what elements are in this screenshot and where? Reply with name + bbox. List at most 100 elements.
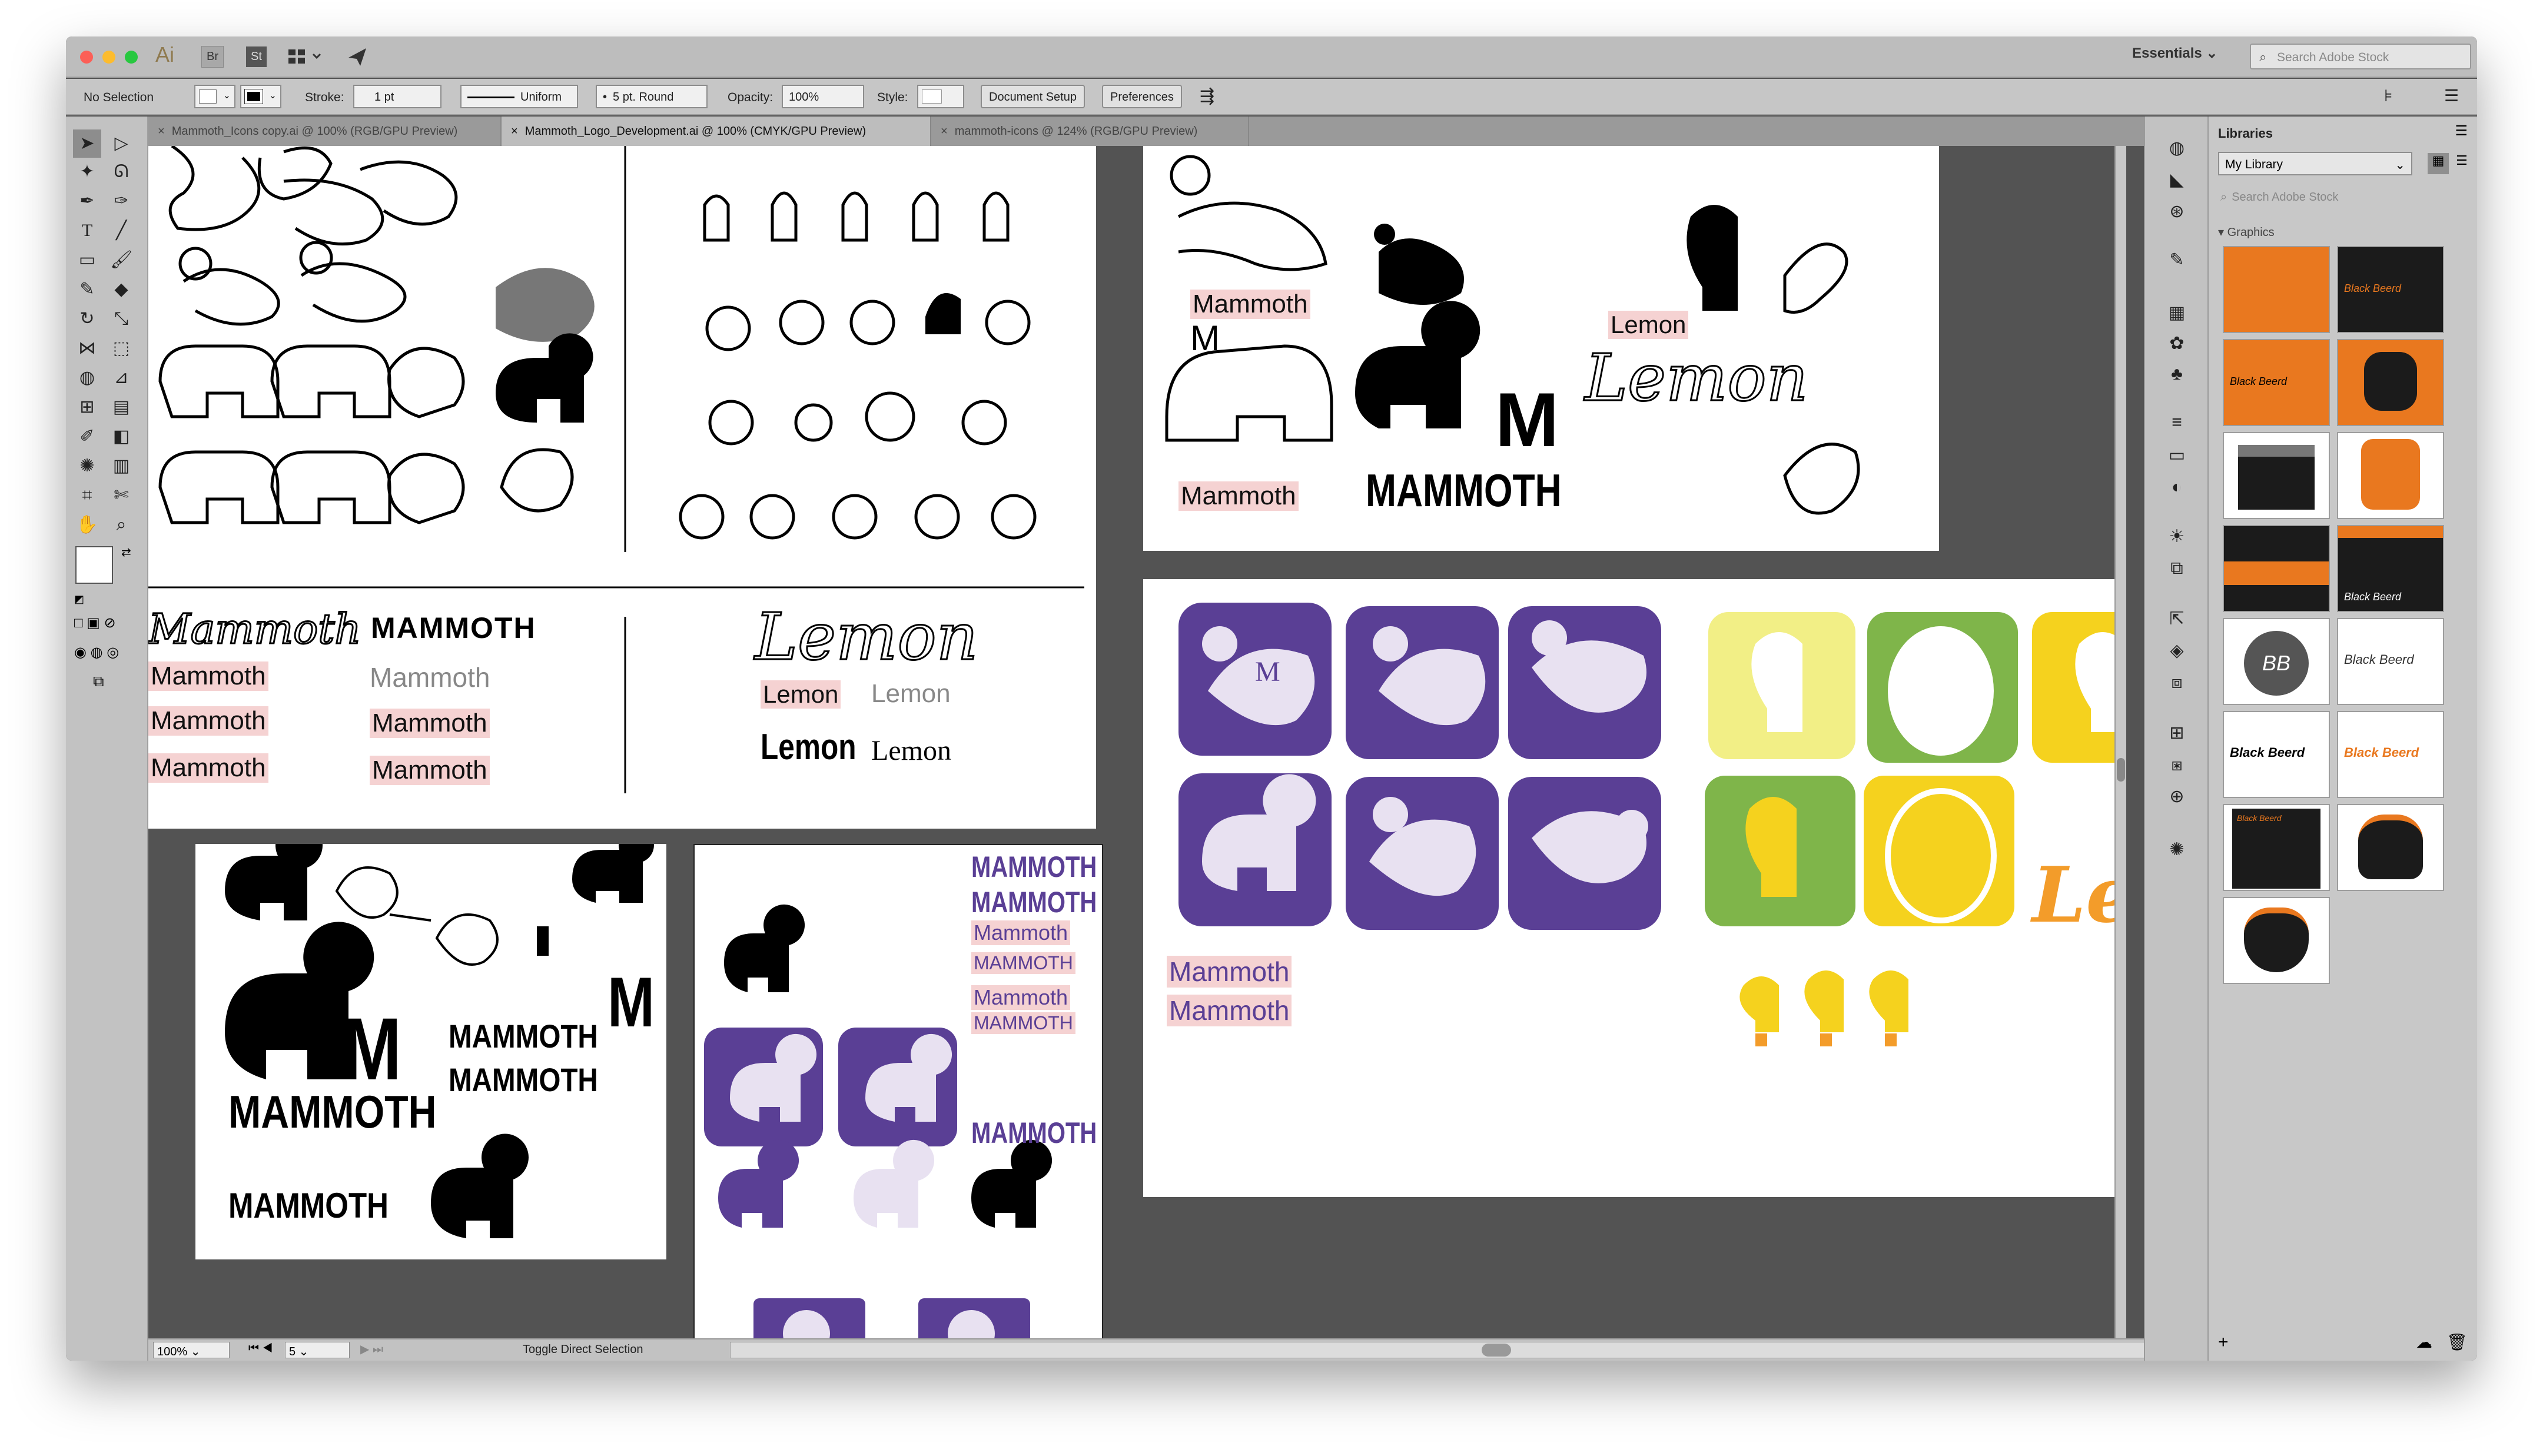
cloud-sync-icon[interactable]: ☁ [2416,1332,2432,1352]
paintbrush-tool-icon[interactable]: 🖌 [107,246,135,274]
artboard-1[interactable]: Mammoth MAMMOTH Mammoth Mammoth Mammoth … [148,146,1096,829]
color-mode-icon[interactable]: □ ▣ ⊘ [74,614,116,631]
layers-icon[interactable]: ◈ [2163,637,2191,665]
mesh-tool-icon[interactable]: ⊞ [73,393,101,421]
minimize-window-button[interactable] [102,51,115,64]
document-setup-button[interactable]: Document Setup [981,85,1085,108]
library-select[interactable]: My Library ⌄ [2218,152,2412,175]
blend-tool-icon[interactable]: ◧ [107,423,135,451]
stroke-panel-icon[interactable]: ≡ [2163,408,2191,437]
style-swatch[interactable] [917,85,964,108]
close-window-button[interactable] [80,51,93,64]
close-icon[interactable]: × [158,125,165,138]
curvature-tool-icon[interactable]: ✑ [107,187,135,215]
clubs-icon[interactable]: ♣ [2163,360,2191,388]
properties-icon[interactable]: ◣ [2163,166,2191,194]
artboard-number-input[interactable]: 5 ⌄ [285,1342,350,1358]
library-thumbnail-6[interactable] [2337,432,2444,519]
tab-mammoth-icons-copy[interactable]: × Mammoth_Icons copy.ai @ 100% (RGB/GPU P… [148,117,502,146]
hand-tool-icon[interactable]: ✋ [73,511,101,539]
preferences-button[interactable]: Preferences [1102,85,1182,108]
canvas-area[interactable]: Mammoth MAMMOTH Mammoth Mammoth Mammoth … [148,146,2126,1338]
layers-panel-icon[interactable]: ▦ [2163,299,2191,327]
graphics-section-header[interactable]: ▾ Graphics [2218,225,2275,240]
library-thumbnail-5[interactable] [2223,432,2330,519]
artboard-3[interactable]: M L Le Mammoth Mammoth [1143,579,2126,1197]
zoom-select[interactable]: 100% ⌄ [153,1342,230,1358]
gradient-panel-icon[interactable]: ▭ [2163,441,2191,470]
rotate-tool-icon[interactable]: ↻ [73,305,101,333]
graphic-styles-icon[interactable]: ☀ [2163,523,2191,551]
horizontal-scroll-thumb[interactable] [1482,1344,1511,1357]
library-thumbnail-13[interactable]: Black Beerd [2223,804,2330,891]
pathfinder-icon[interactable]: ⧆ [2163,751,2191,779]
appearance-icon[interactable]: ⊛ [2163,198,2191,226]
zoom-tool-icon[interactable]: ⌕ [107,511,135,539]
color-guide-icon[interactable]: ◍ [2163,134,2191,162]
artboard-5[interactable]: MAMMOTH MAMMOTH Mammoth MAMMOTH Mammoth … [693,844,1103,1338]
swap-fill-stroke-icon[interactable]: ⇄ [121,545,131,560]
transform-icon[interactable]: ⊕ [2163,783,2191,811]
width-tool-icon[interactable]: ⋈ [73,334,101,363]
library-thumbnail-14[interactable] [2337,804,2444,891]
list-view-icon[interactable]: ☰ [2451,153,2472,174]
horizontal-scrollbar[interactable] [730,1342,2149,1358]
align-options-icon[interactable]: ⇶ [1200,86,1214,107]
screen-mode-icon[interactable]: ⧉ [93,672,104,691]
symbol-sprayer-tool-icon[interactable]: ✺ [73,452,101,480]
fill-color-swatch[interactable] [75,546,113,584]
artboard-4[interactable]: M M MAMMOTH MAMMOTH MAMMOTH MAMMOTH [195,844,666,1259]
library-thumbnail-12[interactable]: Black Beerd [2337,711,2444,798]
library-thumbnail-2[interactable]: Black Beerd [2337,246,2444,333]
perspective-grid-tool-icon[interactable]: ⊿ [107,364,135,392]
panel-menu-icon[interactable]: ☰ [2444,86,2459,105]
stroke-weight-input[interactable]: 1 pt [353,85,441,108]
gradient-tool-icon[interactable]: ▤ [107,393,135,421]
tab-mammoth-icons[interactable]: × mammoth-icons @ 124% (RGB/GPU Preview) [931,117,1249,146]
align-icon[interactable]: ⊞ [2163,719,2191,747]
direct-selection-tool-icon[interactable]: ▷ [107,129,135,158]
bridge-button[interactable]: Br [201,45,224,68]
tab-mammoth-logo-development[interactable]: × Mammoth_Logo_Development.ai @ 100% (CMY… [502,117,931,146]
line-tool-icon[interactable]: ╱ [107,217,135,245]
transparency-icon[interactable]: ◐ [2163,473,2191,501]
brushes-icon[interactable]: ✎ [2163,246,2191,274]
default-colors-icon[interactable]: ◩ [74,593,84,606]
library-thumbnail-15[interactable] [2223,897,2330,984]
library-thumbnail-3[interactable]: Black Beerd [2223,339,2330,426]
link-icon[interactable]: ⇱ [2163,605,2191,633]
artboard-tool-icon[interactable]: ⌗ [73,481,101,510]
column-graph-tool-icon[interactable]: ▥ [107,452,135,480]
align-to-icon[interactable]: ⊧ [2384,86,2393,105]
library-thumbnail-11[interactable]: Black Beerd [2223,711,2330,798]
arrange-documents-button[interactable] [287,45,328,68]
library-search-input[interactable]: ⌕ Search Adobe Stock [2218,186,2465,210]
grid-view-icon[interactable]: ▦ [2428,153,2449,174]
magic-wand-tool-icon[interactable]: ✦ [73,158,101,186]
library-thumbnail-10[interactable]: Black Beerd [2337,618,2444,705]
vertical-scrollbar[interactable] [2114,146,2126,1338]
selection-tool-icon[interactable]: ➤ [73,129,101,158]
slice-tool-icon[interactable]: ✄ [107,481,135,510]
stock-search-input[interactable]: ⌕ Search Adobe Stock [2250,44,2471,69]
lasso-tool-icon[interactable]: ᘏ [107,158,135,186]
workspace-switcher[interactable]: Essentials ⌄ [2132,45,2218,62]
artboard-nav-first-icon[interactable]: ⏮ ◀ [248,1342,273,1355]
trash-icon[interactable]: 🗑 [2446,1332,2468,1352]
stroke-swatch[interactable]: ⌄ [240,85,281,108]
type-tool-icon[interactable]: T [73,217,101,245]
draw-mode-icon[interactable]: ◉ ◍ ◎ [74,644,119,661]
opacity-input[interactable]: 100% [782,85,864,108]
library-thumbnail-1[interactable] [2223,246,2330,333]
stroke-profile-select[interactable]: Uniform [460,85,578,108]
zoom-window-button[interactable] [125,51,138,64]
export-icon[interactable]: ⧉ [2163,554,2191,583]
scale-tool-icon[interactable]: ⤡ [107,305,135,333]
fill-swatch[interactable]: ⌄ [194,85,235,108]
artboards-icon[interactable]: ⧈ [2163,669,2191,697]
library-thumbnail-8[interactable]: Black Beerd [2337,525,2444,612]
close-icon[interactable]: × [511,125,518,138]
library-thumbnail-4[interactable] [2337,339,2444,426]
library-thumbnail-9[interactable]: BB [2223,618,2330,705]
gpu-performance-button[interactable] [346,45,370,68]
